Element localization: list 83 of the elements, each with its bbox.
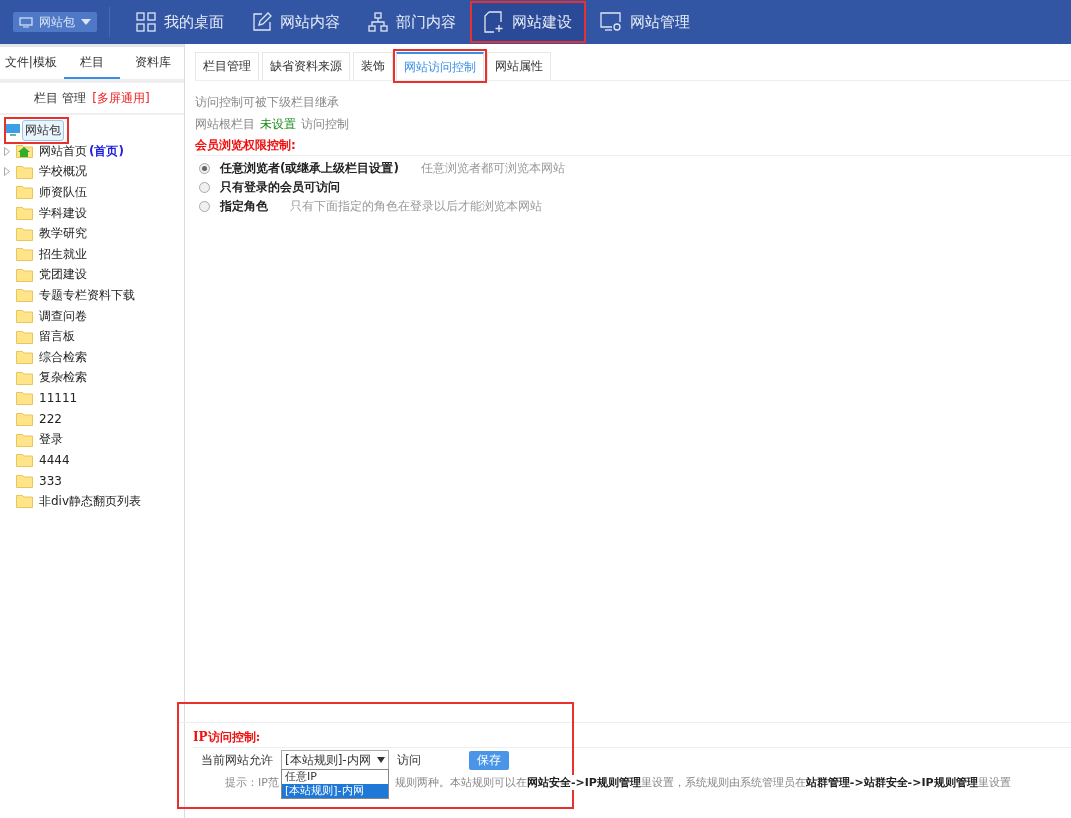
radio-button[interactable] xyxy=(199,163,210,174)
access-label: 访问 xyxy=(397,751,421,769)
tree-item[interactable]: 222 xyxy=(4,408,184,430)
folder-icon xyxy=(16,185,33,200)
sidebar-tab[interactable]: 栏目 xyxy=(64,47,120,79)
folder-icon xyxy=(16,226,33,241)
folder-icon xyxy=(16,412,33,426)
dropdown-option[interactable]: [本站规则]-内网 xyxy=(282,784,388,798)
edit-icon xyxy=(252,12,272,32)
status-label: 网站根栏目 xyxy=(195,115,255,133)
multi-screen-tag: [多屏通用] xyxy=(92,89,150,107)
content-tab[interactable]: 网站访问控制 xyxy=(396,52,484,80)
folder-icon xyxy=(16,432,33,447)
option-label: 只有登录的会员可访问 xyxy=(220,179,340,196)
caret-icon xyxy=(81,19,91,25)
section-title: IP访问控制: xyxy=(193,728,262,746)
grid-icon xyxy=(136,12,156,32)
folder-icon xyxy=(16,247,33,262)
tree-item[interactable]: 网站首页 (首页) xyxy=(4,141,184,162)
status-label: 访问控制 xyxy=(301,115,349,133)
folder-icon xyxy=(16,164,33,179)
folder-icon xyxy=(16,309,33,324)
nav-item[interactable]: 部门内容 xyxy=(354,1,470,43)
folder-icon xyxy=(16,350,33,365)
dropdown-option[interactable]: 任意IP xyxy=(282,770,388,784)
sidebar-tab[interactable]: 文件|模板 xyxy=(3,47,59,79)
monitor-icon xyxy=(19,16,33,28)
sidebar-title: 栏目 管理 xyxy=(34,89,87,107)
tree-item[interactable]: 留言板 xyxy=(4,326,184,347)
nav-item[interactable]: 网站管理 xyxy=(586,1,704,43)
site-switcher[interactable]: 网站包 xyxy=(13,12,97,32)
monitor-icon xyxy=(6,124,20,136)
inherit-note: 访问控制可被下级栏目继承 xyxy=(195,93,340,111)
home-icon xyxy=(16,144,33,159)
folder-icon xyxy=(16,370,33,385)
folder-icon xyxy=(16,473,33,488)
tree-item[interactable]: 综合检索 xyxy=(4,346,184,368)
status-value: 未设置 xyxy=(260,115,296,133)
tree-item[interactable]: 4444 xyxy=(4,449,184,471)
option-label: 任意浏览者(或继承上级栏目设置) xyxy=(220,160,399,177)
caret-icon xyxy=(377,757,385,763)
monitor-gear-icon xyxy=(600,12,622,32)
nav-item[interactable]: 网站建设 xyxy=(470,1,586,43)
tree-item[interactable]: 调查问卷 xyxy=(4,305,184,327)
allow-label: 当前网站允许 xyxy=(201,751,273,769)
hierarchy-icon xyxy=(368,12,388,32)
content-tab[interactable]: 缺省资料来源 xyxy=(262,52,350,80)
tree-item[interactable]: 专题专栏资料下载 xyxy=(4,285,184,306)
ip-rule-select[interactable]: [本站规则]-内网 xyxy=(281,750,389,770)
tree-item[interactable]: 非div静态翻页列表 xyxy=(4,491,184,512)
tree-item[interactable]: 招生就业 xyxy=(4,243,184,265)
tree-item[interactable]: 学校概况 xyxy=(4,161,184,183)
option-hint: 任意浏览者都可浏览本网站 xyxy=(420,160,565,177)
hint-text: 提示：IP范 xyxy=(225,774,279,790)
folder-icon xyxy=(16,206,33,221)
tree-item[interactable]: 11111 xyxy=(4,388,184,409)
nav-item[interactable]: 我的桌面 xyxy=(122,1,238,43)
folder-icon xyxy=(16,329,33,344)
content-tab[interactable]: 装饰 xyxy=(353,52,393,80)
radio-button[interactable] xyxy=(199,201,210,212)
folder-icon xyxy=(16,267,33,282)
content-tab[interactable]: 栏目管理 xyxy=(195,52,259,80)
tree-item[interactable]: 登录 xyxy=(4,429,184,450)
option-label: 指定角色 xyxy=(220,198,268,215)
tree-root[interactable]: 网站包 xyxy=(4,116,69,144)
radio-button[interactable] xyxy=(199,182,210,193)
tree-item[interactable]: 复杂检索 xyxy=(4,367,184,389)
tree-item[interactable]: 教学研究 xyxy=(4,223,184,244)
tree-item[interactable]: 党团建设 xyxy=(4,264,184,286)
add-page-icon xyxy=(484,11,504,33)
section-title: 会员浏览权限控制: xyxy=(195,136,297,154)
folder-icon xyxy=(16,494,33,509)
tree-item[interactable]: 师资队伍 xyxy=(4,182,184,203)
nav-item[interactable]: 网站内容 xyxy=(238,1,354,43)
content-tab[interactable]: 网站属性 xyxy=(487,52,551,80)
tree-item[interactable]: 333 xyxy=(4,470,184,492)
folder-icon xyxy=(16,453,33,468)
folder-icon xyxy=(16,288,33,303)
sidebar-tab[interactable]: 资料库 xyxy=(125,47,181,79)
hint-text: 规则两种。本站规则可以在网站安全->IP规则管理里设置，系统规则由系统管理员在站群管理->站群安全->IP规则管理里设置 xyxy=(394,774,1011,790)
option-hint: 只有下面指定的角色在登录以后才能浏览本网站 xyxy=(290,198,542,215)
folder-icon xyxy=(16,391,33,406)
tree-item[interactable]: 学科建设 xyxy=(4,202,184,224)
